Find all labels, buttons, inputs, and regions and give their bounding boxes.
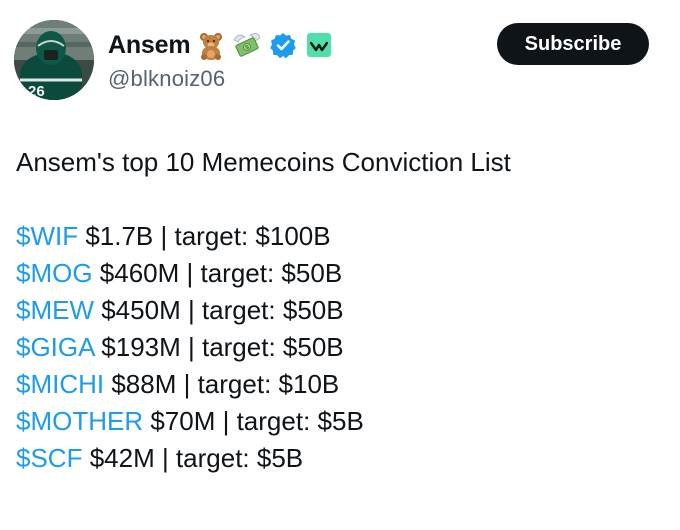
coin-details: $88M | target: $10B [104,369,340,399]
coin-line: $MICHI $88M | target: $10B [16,366,666,403]
coin-details: $42M | target: $5B [82,443,304,473]
cashtag-link[interactable]: $MEW [16,295,94,325]
cashtag-link[interactable]: $SCF [16,443,82,473]
avatar-image: 26 [14,20,94,100]
cashtag-link[interactable]: $GIGA [16,332,94,362]
tweet-title: Ansem's top 10 Memecoins Conviction List [16,147,511,177]
coin-details: $460M | target: $50B [92,258,343,288]
coin-line: $WIF $1.7B | target: $100B [16,218,666,255]
verified-badge-icon[interactable] [268,30,298,60]
author-name-row: Ansem $ [108,28,334,62]
cashtag-link[interactable]: $MOTHER [16,406,143,436]
avatar[interactable]: 26 [14,20,94,100]
cashtag-link[interactable]: $MICHI [16,369,104,399]
coin-list: $WIF $1.7B | target: $100B $MOG $460M | t… [16,218,666,477]
coin-line: $MOG $460M | target: $50B [16,255,666,292]
tweet-card: 26 Ansem $ @blknoiz06 Subscribe Ansem's … [0,0,680,530]
coin-line: $GIGA $193M | target: $50B [16,329,666,366]
coin-line: $MOTHER $70M | target: $5B [16,403,666,440]
cashtag-link[interactable]: $WIF [16,221,78,251]
coin-details: $70M | target: $5B [143,406,364,436]
coin-line: $MEW $450M | target: $50B [16,292,666,329]
subscribe-button[interactable]: Subscribe [497,23,649,65]
coin-details: $450M | target: $50B [94,295,344,325]
coin-line: $SCF $42M | target: $5B [16,440,666,477]
author-handle[interactable]: @blknoiz06 [108,66,225,92]
teddy-bear-icon [200,33,223,60]
coin-details: $1.7B | target: $100B [78,221,331,251]
tweet-body: Ansem's top 10 Memecoins Conviction List… [16,144,666,477]
author-display-name[interactable]: Ansem [108,31,191,60]
affiliate-badge-icon[interactable] [304,30,334,60]
money-with-wings-icon: $ [233,33,261,57]
cashtag-link[interactable]: $MOG [16,258,93,288]
coin-details: $193M | target: $50B [94,332,344,362]
avatar-jersey-number: 26 [28,83,45,100]
